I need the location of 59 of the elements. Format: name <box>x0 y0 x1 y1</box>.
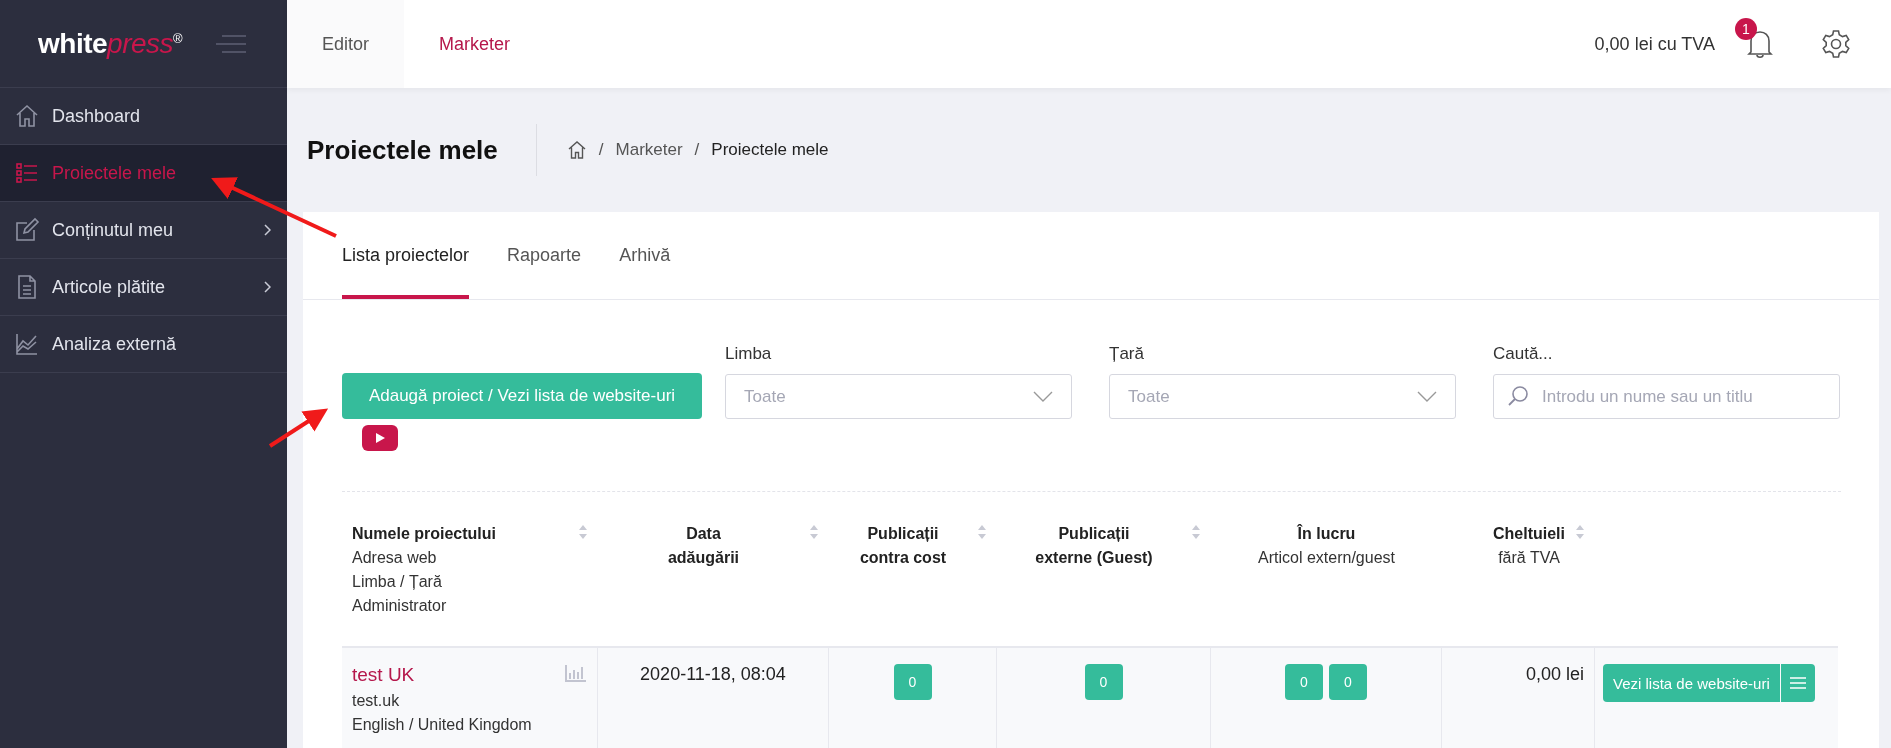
edit-icon <box>14 217 40 243</box>
column-title: În lucru <box>1297 523 1356 544</box>
annotation-arrow <box>268 408 329 448</box>
search-icon <box>1507 385 1529 407</box>
sidebar-item[interactable]: Analiza externă <box>0 316 287 373</box>
chevron-down-icon <box>1417 391 1437 402</box>
sort-icon[interactable] <box>1575 524 1585 540</box>
balance-text: 0,00 lei cu TVA <box>1594 33 1715 55</box>
chevron-right-icon <box>263 281 271 293</box>
project-address: test.uk <box>352 692 401 710</box>
column-subtitle: Limba / Țară <box>352 572 442 592</box>
sort-icon[interactable] <box>809 524 819 540</box>
table-cell-text: 0,00 lei <box>1525 664 1584 686</box>
menu-button[interactable] <box>1780 664 1815 702</box>
list-icon <box>14 160 40 186</box>
column-title: Numele proiectului <box>352 524 497 544</box>
page-title: Proiectele mele <box>307 134 498 166</box>
logo[interactable]: whitepress$^{®}$ <box>38 27 183 60</box>
table-cell: 2020-11-18, 08:04 <box>640 664 786 685</box>
tab[interactable]: Lista proiectelor <box>342 212 470 299</box>
tab[interactable]: Arhivă <box>619 212 671 299</box>
menu-icon[interactable] <box>216 33 247 54</box>
sidebar-item[interactable]: Conținutul meu <box>0 202 287 259</box>
top-tab[interactable]: Editor <box>287 0 405 88</box>
home-icon[interactable] <box>566 140 587 160</box>
column-subtitle: Adresa web <box>352 548 437 568</box>
filter-label: Țară <box>1109 344 1145 364</box>
search-field[interactable]: Introdu un nume sau un titlu <box>1493 374 1840 419</box>
column-title: Data adăugării <box>667 524 740 568</box>
top-tab[interactable]: Marketer <box>404 0 546 88</box>
column-subtitle: fără TVA <box>1498 548 1560 568</box>
breadcrumb-link[interactable]: Proiectele mele <box>711 140 829 160</box>
sort-icon[interactable] <box>977 524 987 540</box>
sort-icon[interactable] <box>578 524 588 540</box>
column-title: Publicații externe (Guest) <box>1035 524 1153 568</box>
chevron-right-icon <box>263 224 271 236</box>
video-play-icon[interactable] <box>362 425 398 451</box>
column-subtitle: Administrator <box>352 596 447 616</box>
tab[interactable]: Rapoarte <box>507 212 582 299</box>
home-icon <box>14 103 40 129</box>
breadcrumb-link[interactable]: Marketer <box>615 140 683 160</box>
breadcrumb-separator: / <box>694 140 700 160</box>
filter-label: Caută... <box>1493 344 1554 364</box>
menu-icon <box>1789 677 1806 689</box>
sort-icon[interactable] <box>1191 524 1201 540</box>
project-link[interactable]: test UK <box>352 664 532 686</box>
notification-badge: 1 <box>1735 18 1757 40</box>
chart-icon <box>14 331 40 357</box>
sidebar-item[interactable]: Articole plătite <box>0 259 287 316</box>
bar-chart-icon[interactable] <box>565 664 587 682</box>
project-language: English / United Kingdom <box>352 716 532 734</box>
column-title: Publicații contra cost <box>859 524 947 568</box>
column-title: Cheltuieli <box>1493 524 1565 544</box>
filter-label: Limba <box>725 344 773 364</box>
breadcrumb-separator: / <box>598 140 604 160</box>
chevron-down-icon <box>1033 391 1053 402</box>
bell-icon[interactable] <box>1747 28 1773 60</box>
column-subtitle: Articol extern/guest <box>1258 548 1395 568</box>
settings-icon[interactable] <box>1821 29 1851 59</box>
